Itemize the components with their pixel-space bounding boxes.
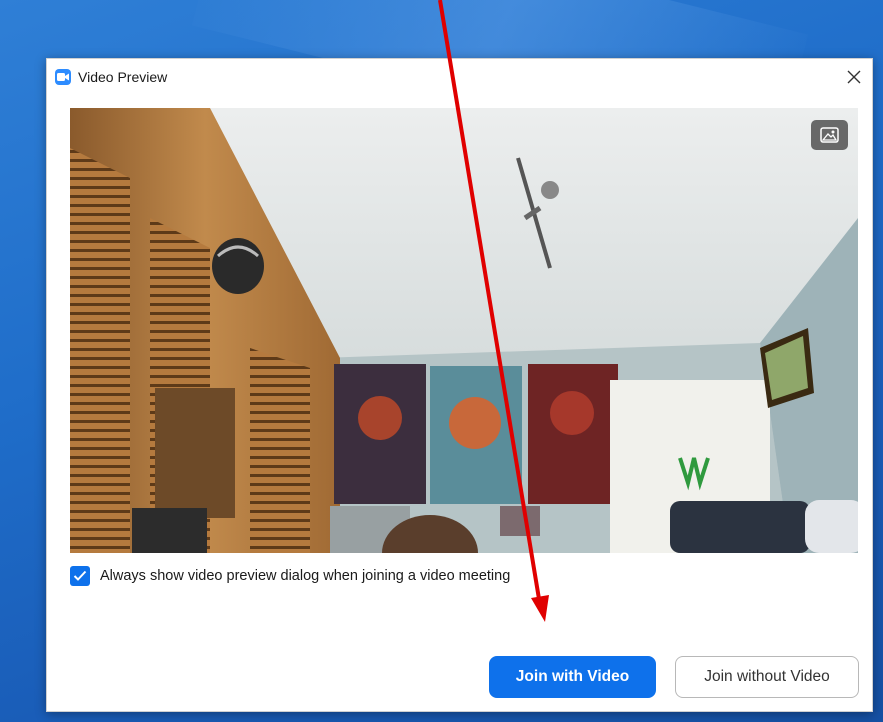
title-bar: Video Preview <box>47 59 872 95</box>
desktop-background: Video Preview Always show video preview … <box>0 0 883 722</box>
always-show-preview-label[interactable]: Always show video preview dialog when jo… <box>100 568 510 584</box>
join-without-video-button[interactable]: Join without Video <box>675 656 859 698</box>
image-icon <box>820 127 839 143</box>
camera-feed-image <box>70 108 858 553</box>
window-title: Video Preview <box>78 69 168 85</box>
close-icon <box>847 70 861 84</box>
camera-video-preview <box>70 108 858 553</box>
video-preview-dialog: Video Preview Always show video preview … <box>46 58 873 712</box>
checkmark-icon <box>73 570 87 581</box>
zoom-camera-icon <box>55 69 71 85</box>
close-button[interactable] <box>836 59 872 95</box>
always-show-preview-checkbox[interactable] <box>70 566 90 586</box>
background-toggle-button[interactable] <box>811 120 848 150</box>
join-with-video-button[interactable]: Join with Video <box>489 656 656 698</box>
